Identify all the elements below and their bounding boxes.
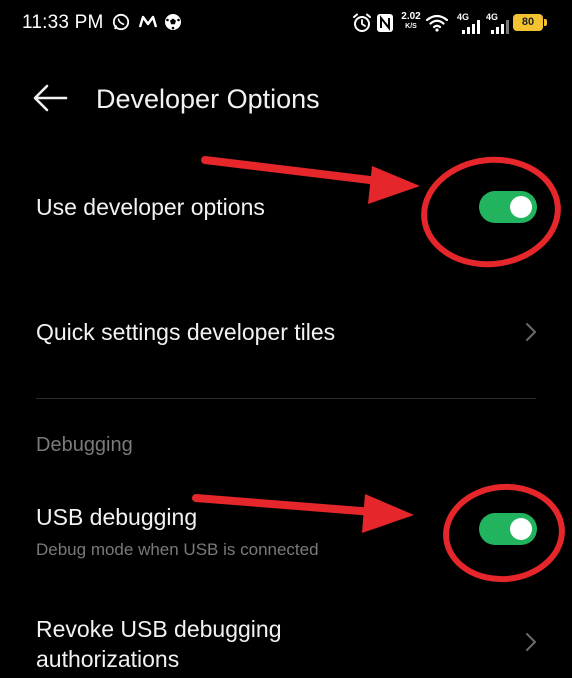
toggle-knob — [510, 518, 532, 540]
revoke-usb-authorizations-row[interactable]: Revoke USB debugging authorizations — [0, 604, 572, 678]
quick-settings-tiles-row[interactable]: Quick settings developer tiles — [0, 296, 572, 372]
back-arrow-icon[interactable] — [30, 80, 70, 116]
alarm-icon — [353, 13, 371, 32]
network-speed-value: 2.02 — [401, 11, 421, 22]
page-title: Developer Options — [96, 84, 320, 114]
battery-tip — [544, 19, 547, 26]
toggle-knob — [510, 196, 532, 218]
revoke-usb-label-line2: authorizations — [36, 646, 180, 672]
revoke-usb-label-line1: Revoke USB debugging — [36, 616, 282, 642]
battery-icon: 80 — [513, 14, 543, 31]
nfc-icon — [377, 14, 393, 32]
status-time: 11:33 PM — [22, 12, 104, 33]
signal-icon — [462, 20, 480, 34]
section-header-debugging: Debugging — [36, 434, 133, 456]
divider — [36, 398, 536, 399]
chevron-right-icon — [526, 323, 536, 341]
app-notification-icon — [138, 15, 158, 28]
quick-settings-tiles-label: Quick settings developer tiles — [36, 319, 336, 345]
wifi-icon — [426, 14, 448, 32]
status-bar: 11:33 PM 2.02 K/S 4G 4G 80 — [0, 0, 572, 50]
network-speed: 2.02 K/S — [399, 11, 423, 31]
use-developer-options-toggle[interactable] — [479, 191, 537, 223]
signal-icon — [491, 20, 509, 34]
usb-debugging-label: USB debugging — [36, 504, 198, 530]
use-developer-options-label: Use developer options — [36, 194, 265, 220]
football-icon — [165, 14, 181, 30]
whatsapp-icon — [112, 13, 130, 31]
network-speed-unit: K/S — [405, 23, 417, 30]
chevron-right-icon — [526, 633, 536, 651]
usb-debugging-toggle[interactable] — [479, 513, 537, 545]
usb-debugging-description: Debug mode when USB is connected — [36, 540, 319, 559]
